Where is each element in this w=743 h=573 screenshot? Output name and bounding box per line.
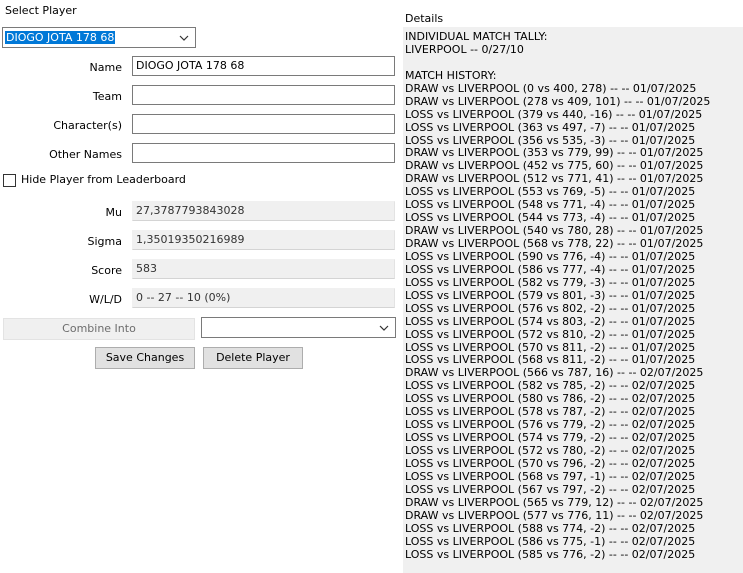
details-textarea[interactable]: INDIVIDUAL MATCH TALLY: LIVERPOOL -- 0/27… [403, 27, 743, 573]
mu-value: 27,3787793843028 [132, 201, 395, 221]
details-line: LOSS vs LIVERPOOL (590 vs 776, -4) -- --… [405, 249, 696, 263]
details-line [405, 57, 741, 70]
details-line: INDIVIDUAL MATCH TALLY: [405, 30, 548, 43]
sigma-value: 1,35019350216989 [132, 230, 395, 250]
delete-player-button[interactable]: Delete Player [203, 347, 303, 369]
details-line: LOSS vs LIVERPOOL (567 vs 797, -2) -- --… [405, 482, 696, 496]
other-names-label: Other Names [49, 148, 122, 161]
details-line: LIVERPOOL -- 0/27/10 [405, 42, 524, 56]
details-line: LOSS vs LIVERPOOL (572 vs 780, -2) -- --… [405, 444, 696, 457]
team-field[interactable] [132, 85, 395, 105]
details-line: DRAW vs LIVERPOOL (568 vs 778, 22) -- --… [405, 237, 704, 250]
details-line: LOSS vs LIVERPOOL (574 vs 803, -2) -- --… [405, 314, 696, 328]
details-line: DRAW vs LIVERPOOL (565 vs 779, 12) -- --… [405, 495, 704, 509]
details-line: DRAW vs LIVERPOOL (278 vs 409, 101) -- -… [405, 94, 711, 108]
details-line: LOSS vs LIVERPOOL (582 vs 779, -3) -- --… [405, 275, 696, 289]
details-line: LOSS vs LIVERPOOL (588 vs 774, -2) -- --… [405, 521, 696, 535]
characters-label: Character(s) [53, 119, 122, 132]
combine-into-button[interactable]: Combine Into [3, 318, 195, 340]
characters-field[interactable] [132, 114, 395, 134]
details-line: LOSS vs LIVERPOOL (586 vs 775, -1) -- --… [405, 534, 696, 548]
wld-label: W/L/D [89, 293, 122, 306]
sigma-label: Sigma [87, 235, 122, 248]
details-line: LOSS vs LIVERPOOL (363 vs 497, -7) -- --… [405, 120, 696, 134]
details-line: LOSS vs LIVERPOOL (586 vs 777, -4) -- --… [405, 262, 696, 276]
details-line: LOSS vs LIVERPOOL (568 vs 797, -1) -- --… [405, 469, 696, 483]
details-label: Details [405, 12, 444, 25]
details-line: LOSS vs LIVERPOOL (579 vs 801, -3) -- --… [405, 288, 696, 302]
combine-into-select[interactable] [201, 317, 396, 338]
details-line: LOSS vs LIVERPOOL (572 vs 810, -2) -- --… [405, 327, 696, 341]
chevron-down-icon [379, 325, 389, 331]
save-changes-button[interactable]: Save Changes [95, 347, 195, 369]
details-line: LOSS vs LIVERPOOL (570 vs 796, -2) -- --… [405, 456, 696, 470]
player-select[interactable]: DIOGO JOTA 178 68 [2, 27, 196, 48]
chevron-down-icon [179, 35, 189, 41]
player-select-value: DIOGO JOTA 178 68 [5, 31, 116, 44]
details-line: LOSS vs LIVERPOOL (585 vs 776, -2) -- --… [405, 547, 696, 561]
score-value: 583 [132, 259, 395, 279]
other-names-field[interactable] [132, 143, 395, 163]
select-player-label: Select Player [5, 4, 77, 17]
team-label: Team [92, 90, 122, 103]
details-line: DRAW vs LIVERPOOL (577 vs 776, 11) -- --… [405, 508, 704, 522]
details-line: LOSS vs LIVERPOOL (379 vs 440, -16) -- -… [405, 107, 703, 121]
wld-value: 0 -- 27 -- 10 (0%) [132, 288, 395, 308]
mu-label: Mu [105, 206, 122, 219]
hide-player-checkbox[interactable] [3, 174, 16, 187]
name-label: Name [89, 61, 122, 74]
hide-player-label: Hide Player from Leaderboard [21, 173, 186, 186]
name-field[interactable]: DIOGO JOTA 178 68 [132, 56, 395, 76]
details-line: MATCH HISTORY: [405, 68, 497, 82]
score-label: Score [91, 264, 122, 277]
details-line: LOSS vs LIVERPOOL (576 vs 802, -2) -- --… [405, 301, 696, 315]
details-line: DRAW vs LIVERPOOL (0 vs 400, 278) -- -- … [405, 81, 697, 95]
